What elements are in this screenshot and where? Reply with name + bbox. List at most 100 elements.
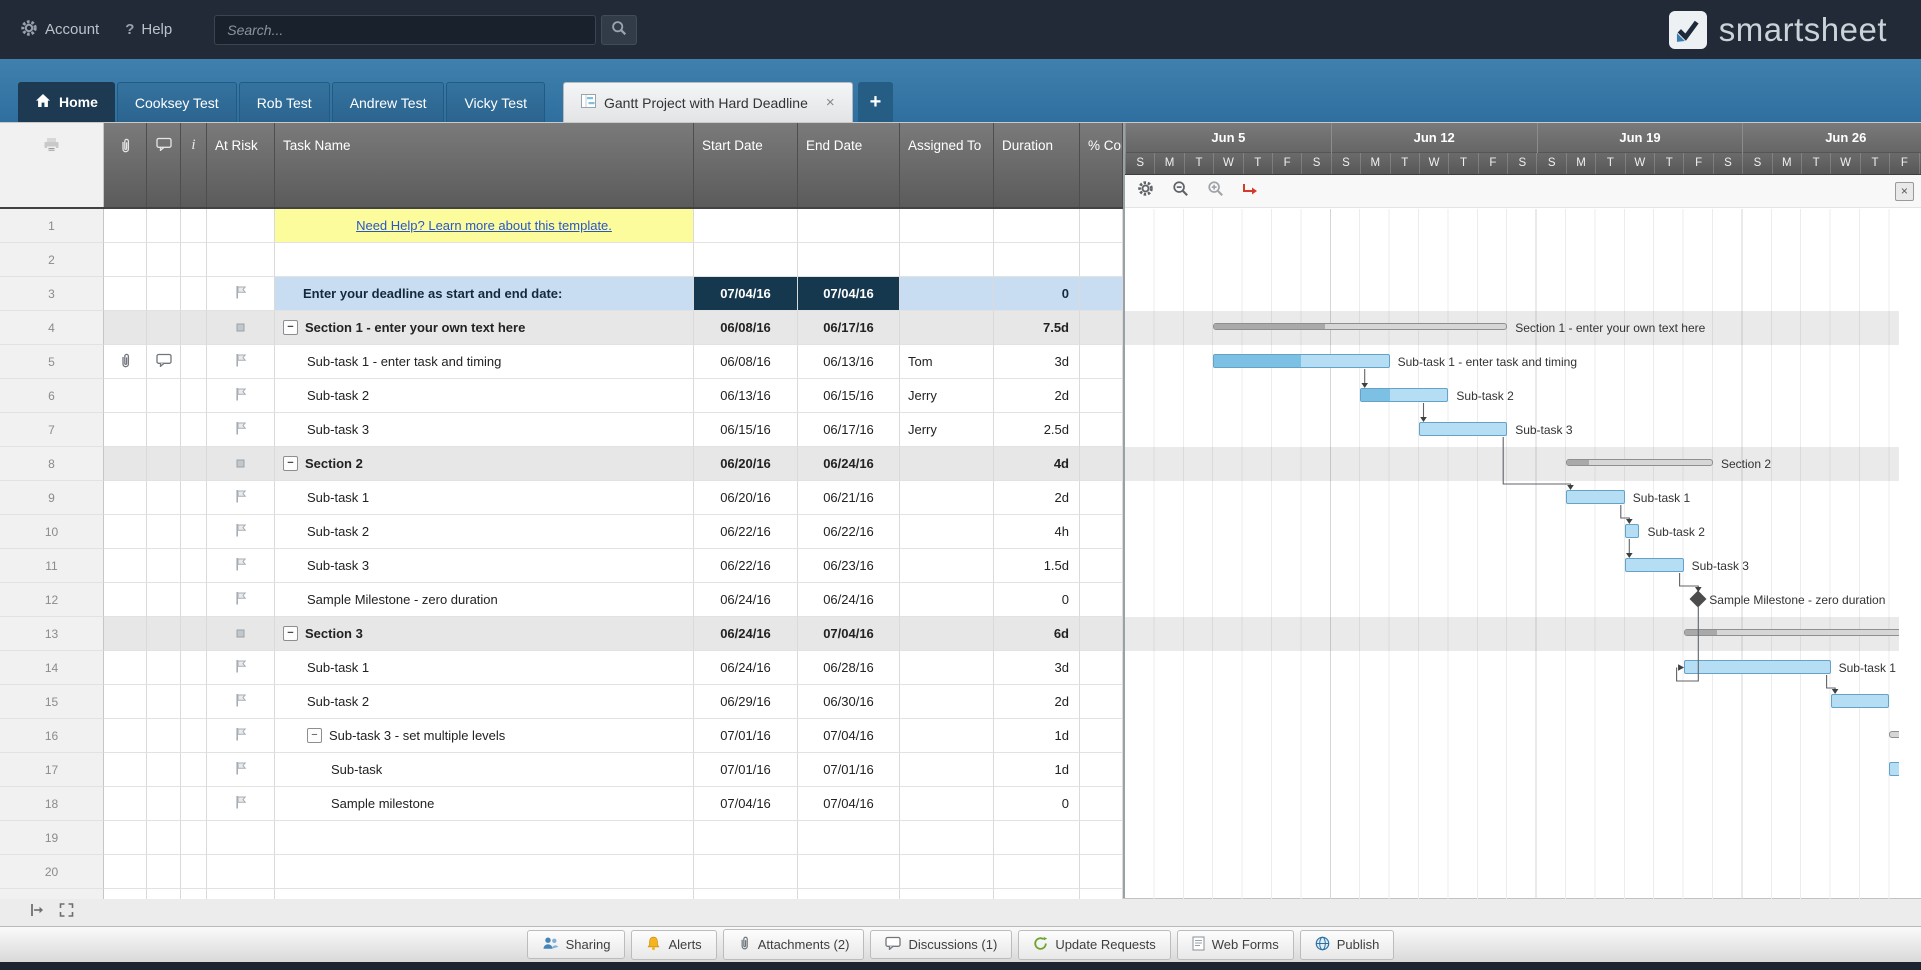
pct-complete-cell[interactable] — [1080, 549, 1123, 583]
comment-cell[interactable] — [147, 685, 181, 719]
task-cell[interactable]: Sub-task 2 — [275, 515, 694, 549]
task-bar[interactable] — [1419, 422, 1508, 436]
row-number[interactable]: 4 — [0, 311, 104, 345]
task-cell[interactable] — [275, 889, 694, 899]
start-date-cell[interactable] — [694, 855, 798, 889]
assigned-to-cell[interactable] — [900, 447, 994, 481]
search-input[interactable] — [214, 14, 597, 45]
assigned-to-cell[interactable] — [900, 617, 994, 651]
attachment-cell[interactable] — [104, 719, 147, 753]
comment-cell[interactable] — [147, 243, 181, 277]
task-name-column-header[interactable]: Task Name — [275, 123, 694, 207]
row-number[interactable]: 7 — [0, 413, 104, 447]
comment-cell[interactable] — [147, 549, 181, 583]
flag-icon[interactable] — [235, 353, 247, 370]
start-date-cell[interactable]: 07/01/16 — [694, 753, 798, 787]
row-number[interactable]: 10 — [0, 515, 104, 549]
pct-complete-cell[interactable] — [1080, 889, 1123, 899]
at-risk-cell[interactable] — [207, 481, 275, 515]
end-date-cell[interactable] — [798, 855, 900, 889]
end-date-cell[interactable]: 06/22/16 — [798, 515, 900, 549]
collapse-toggle[interactable]: − — [283, 456, 298, 471]
start-date-cell[interactable]: 06/24/16 — [694, 651, 798, 685]
task-cell[interactable]: Sub-task 2 — [275, 685, 694, 719]
duration-cell[interactable]: 0 — [994, 277, 1080, 311]
assigned-to-cell[interactable] — [900, 889, 994, 899]
info-cell[interactable] — [181, 379, 207, 413]
summary-bar[interactable] — [1683, 629, 1899, 636]
duration-cell[interactable] — [994, 209, 1080, 243]
search-button[interactable] — [601, 14, 638, 45]
info-cell[interactable] — [181, 515, 207, 549]
zoom-in-icon[interactable] — [1207, 180, 1224, 202]
info-cell[interactable] — [181, 855, 207, 889]
at-risk-cell[interactable] — [207, 311, 275, 345]
at-risk-cell[interactable] — [207, 413, 275, 447]
at-risk-cell[interactable] — [207, 209, 275, 243]
duration-cell[interactable]: 1d — [994, 719, 1080, 753]
task-bar[interactable] — [1830, 694, 1890, 708]
pct-complete-cell[interactable] — [1080, 685, 1123, 719]
task-bar[interactable] — [1889, 762, 1899, 776]
at-risk-cell[interactable] — [207, 345, 275, 379]
at-risk-cell[interactable] — [207, 243, 275, 277]
comment-cell[interactable] — [147, 413, 181, 447]
pct-complete-cell[interactable] — [1080, 379, 1123, 413]
attachment-cell[interactable] — [104, 549, 147, 583]
row-number[interactable]: 6 — [0, 379, 104, 413]
attachment-cell[interactable] — [104, 515, 147, 549]
zoom-out-icon[interactable] — [1172, 180, 1189, 202]
assigned-to-cell[interactable] — [900, 243, 994, 277]
attachment-cell[interactable] — [104, 447, 147, 481]
at-risk-cell[interactable] — [207, 889, 275, 899]
task-cell[interactable]: Need Help? Learn more about this templat… — [275, 209, 694, 243]
attachment-cell[interactable] — [104, 243, 147, 277]
pct-complete-cell[interactable] — [1080, 719, 1123, 753]
info-cell[interactable] — [181, 821, 207, 855]
row-number[interactable]: 9 — [0, 481, 104, 515]
attachment-cell[interactable] — [104, 617, 147, 651]
task-cell[interactable]: Enter your deadline as start and end dat… — [275, 277, 694, 311]
task-bar[interactable] — [1213, 354, 1390, 368]
info-cell[interactable] — [181, 311, 207, 345]
task-cell[interactable]: Sub-task 2 — [275, 379, 694, 413]
end-date-cell[interactable]: 06/23/16 — [798, 549, 900, 583]
collapse-toggle[interactable]: − — [283, 320, 298, 335]
info-cell[interactable] — [181, 447, 207, 481]
jump-to-row-icon[interactable] — [30, 903, 45, 922]
end-date-cell[interactable]: 06/24/16 — [798, 447, 900, 481]
comment-cell[interactable] — [147, 855, 181, 889]
pct-complete-cell[interactable] — [1080, 855, 1123, 889]
duration-cell[interactable]: 3d — [994, 651, 1080, 685]
start-date-cell[interactable] — [694, 889, 798, 899]
milestone-diamond[interactable] — [1689, 590, 1707, 608]
task-cell[interactable]: − Section 1 - enter your own text here — [275, 311, 694, 345]
info-cell[interactable] — [181, 719, 207, 753]
duration-cell[interactable]: 2d — [994, 481, 1080, 515]
end-date-cell[interactable]: 07/04/16 — [798, 719, 900, 753]
start-date-column-header[interactable]: Start Date — [694, 123, 798, 207]
end-date-cell[interactable] — [798, 243, 900, 277]
comment-cell[interactable] — [147, 787, 181, 821]
pct-complete-cell[interactable] — [1080, 413, 1123, 447]
assigned-to-cell[interactable] — [900, 753, 994, 787]
assigned-to-cell[interactable] — [900, 311, 994, 345]
duration-column-header[interactable]: Duration — [994, 123, 1080, 207]
info-cell[interactable] — [181, 685, 207, 719]
attachment-cell[interactable] — [104, 345, 147, 379]
row-number[interactable]: 19 — [0, 821, 104, 855]
duration-cell[interactable] — [994, 855, 1080, 889]
end-date-cell[interactable] — [798, 889, 900, 899]
pct-complete-column-header[interactable]: % Complete — [1080, 123, 1123, 207]
pct-complete-cell[interactable] — [1080, 583, 1123, 617]
end-date-column-header[interactable]: End Date — [798, 123, 900, 207]
paperclip-icon[interactable] — [119, 352, 132, 372]
duration-cell[interactable]: 2d — [994, 685, 1080, 719]
task-cell[interactable]: Sample milestone — [275, 787, 694, 821]
end-date-cell[interactable]: 06/17/16 — [798, 413, 900, 447]
at-risk-column-header[interactable]: At Risk — [207, 123, 275, 207]
assigned-to-cell[interactable] — [900, 583, 994, 617]
end-date-cell[interactable]: 06/28/16 — [798, 651, 900, 685]
duration-cell[interactable]: 0 — [994, 583, 1080, 617]
task-cell[interactable]: − Sub-task 3 - set multiple levels — [275, 719, 694, 753]
